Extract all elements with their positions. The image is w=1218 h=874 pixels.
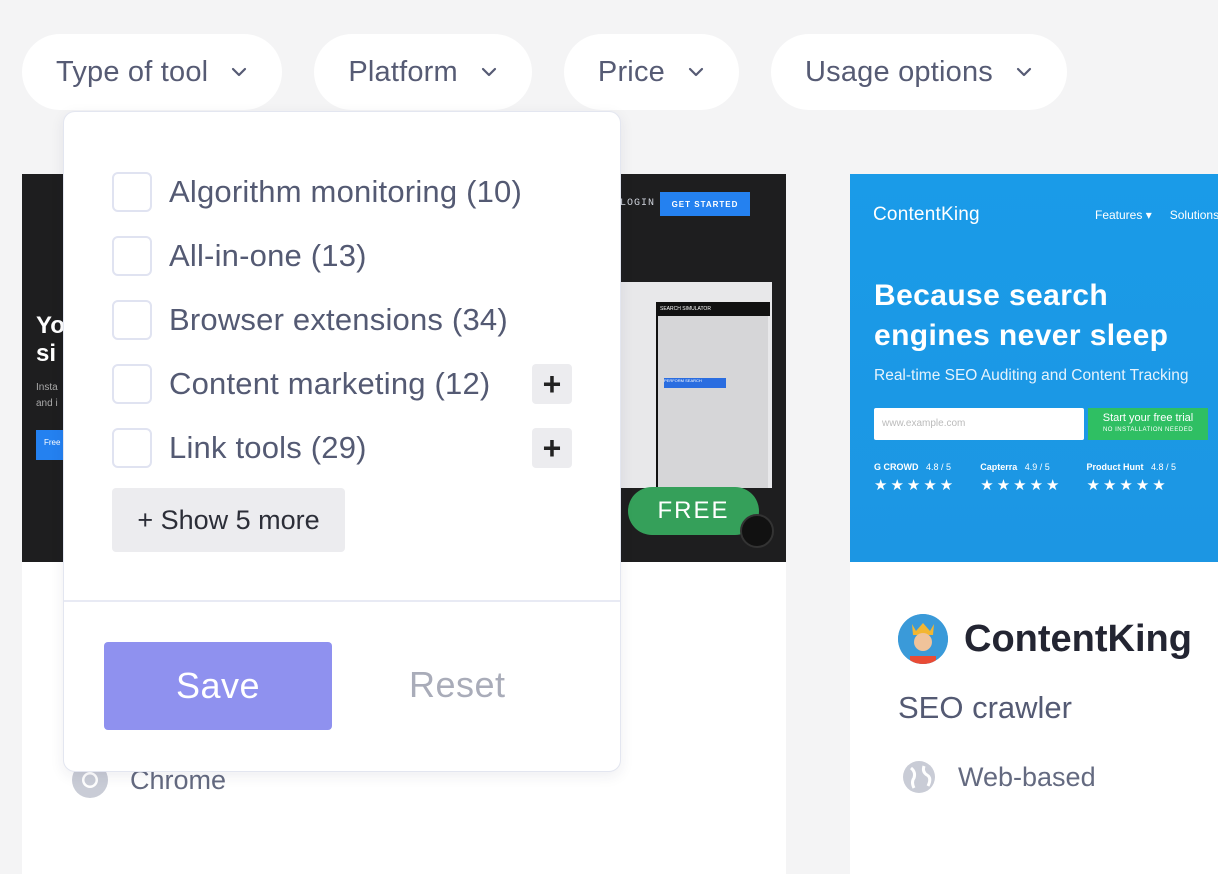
option-link-tools[interactable]: Link tools (29) + (112, 416, 582, 480)
filter-platform[interactable]: Platform (314, 34, 532, 110)
chevron-down-icon (481, 67, 497, 77)
search-simulator-preview: SEARCH SIMULATOR PERFORM SEARCH (620, 282, 772, 488)
rating: Capterra 4.9 / 5 ★★★★★ (980, 462, 1062, 494)
nav-login: LOGIN (620, 198, 656, 209)
option-content-marketing[interactable]: Content marketing (12) + (112, 352, 582, 416)
tool-category: SEO crawler (898, 690, 1072, 725)
chevron-down-icon (688, 67, 704, 77)
filter-label: Usage options (804, 55, 993, 88)
reset-button[interactable]: Reset (409, 664, 506, 706)
panel-button: PERFORM SEARCH (664, 378, 726, 388)
contentking-headline: Because search engines never sleep (874, 276, 1218, 356)
stars: ★★★★★ (1086, 477, 1169, 494)
tool-title[interactable]: ContentKing (964, 618, 1192, 661)
ratings-row: G CROWD 4.8 / 5 ★★★★★ Capterra 4.9 / 5 ★… (874, 462, 1176, 494)
filter-price[interactable]: Price (563, 34, 739, 110)
king-icon (898, 614, 948, 664)
checkbox[interactable] (112, 172, 152, 212)
option-label: Browser extensions (34) (169, 302, 508, 337)
option-label: Content marketing (12) (169, 366, 491, 401)
rating-source: G CROWD 4.8 / 5 (874, 462, 952, 472)
free-trial-button-preview: Start your free trial NO INSTALLATION NE… (1088, 408, 1208, 440)
filter-label: Price (597, 55, 665, 88)
checkbox[interactable] (112, 364, 152, 404)
hero-small-text: Insta and i (36, 382, 58, 409)
tool-screenshot: ContentKing Features ▾ Solutions Because… (850, 174, 1218, 562)
save-button[interactable]: Save (104, 642, 332, 730)
url-input-preview: www.example.com (874, 408, 1084, 440)
hero-button: Free (36, 430, 66, 460)
option-label: All-in-one (13) (169, 238, 367, 273)
stars: ★★★★★ (980, 477, 1063, 494)
checkbox[interactable] (112, 300, 152, 340)
contentking-avatar (898, 614, 948, 664)
chevron-down-icon (232, 67, 247, 77)
option-all-in-one[interactable]: All-in-one (13) (112, 224, 582, 288)
nav-item: Solutions (1169, 208, 1218, 222)
filter-bar: Type of tool Platform Price Usage option… (22, 34, 1067, 110)
option-algorithm-monitoring[interactable]: Algorithm monitoring (10) (112, 160, 582, 224)
platform-row: Web-based (902, 760, 1096, 794)
chat-icon[interactable] (740, 514, 774, 548)
expand-plus-icon[interactable]: + (532, 364, 572, 404)
globe-icon (903, 761, 935, 793)
type-of-tool-dropdown: Algorithm monitoring (10) All-in-one (13… (63, 111, 621, 772)
nav-item: Features ▾ (1095, 208, 1152, 222)
filter-type-of-tool[interactable]: Type of tool (22, 34, 283, 110)
platform-label: Web-based (958, 761, 1096, 792)
panel-title: SEARCH SIMULATOR (656, 302, 770, 316)
contentking-logo: ContentKing (873, 204, 980, 225)
rating: Product Hunt 4.8 / 5 ★★★★★ (1087, 462, 1177, 494)
panel-body (656, 302, 768, 488)
rating: G CROWD 4.8 / 5 ★★★★★ (874, 462, 956, 494)
show-more-button[interactable]: + Show 5 more (112, 488, 345, 552)
tool-card-contentking[interactable]: ContentKing Features ▾ Solutions Because… (850, 174, 1218, 874)
rating-source: Capterra 4.9 / 5 (980, 462, 1050, 472)
filter-label: Platform (348, 55, 458, 88)
filter-usage-options[interactable]: Usage options (770, 34, 1067, 110)
chevron-down-icon (1016, 67, 1032, 77)
trial-label: Start your free trial (1102, 412, 1194, 424)
stars: ★★★★★ (874, 477, 957, 494)
contentking-nav: Features ▾ Solutions (1095, 208, 1218, 222)
divider (64, 600, 620, 602)
checkbox[interactable] (112, 428, 152, 468)
expand-plus-icon[interactable]: + (532, 428, 572, 468)
option-label: Link tools (29) (169, 430, 367, 465)
tool-title-row: ContentKing (898, 614, 1192, 664)
nav-get-started: GET STARTED (660, 192, 750, 216)
rating-source: Product Hunt 4.8 / 5 (1086, 462, 1177, 472)
trial-sublabel: NO INSTALLATION NEEDED (1102, 427, 1194, 433)
checkbox[interactable] (112, 236, 152, 276)
option-browser-extensions[interactable]: Browser extensions (34) (112, 288, 582, 352)
option-list: Algorithm monitoring (10) All-in-one (13… (112, 160, 582, 480)
contentking-subline: Real-time SEO Auditing and Content Track… (874, 367, 1189, 384)
hero-text: Yo si (36, 312, 65, 367)
headline-text: Because search engines never sleep (874, 279, 1169, 352)
filter-label: Type of tool (56, 55, 209, 88)
option-label: Algorithm monitoring (10) (169, 174, 523, 209)
